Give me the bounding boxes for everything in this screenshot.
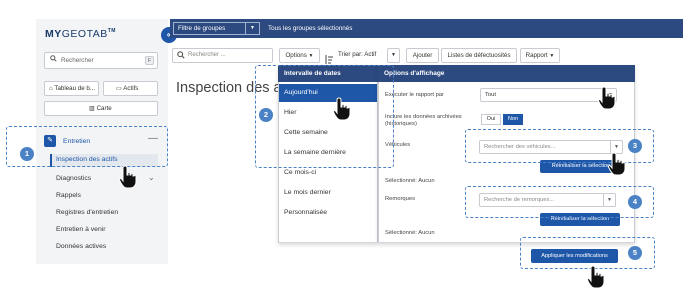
include-archived-label: Inclure les données archivées (historiqu… xyxy=(385,114,462,127)
callout-badge-2: 2 xyxy=(259,108,273,122)
run-report-by-value: Tout xyxy=(485,92,496,98)
callout-badge-1: 1 xyxy=(20,147,34,161)
trailers-label: Remorques xyxy=(385,196,415,202)
archived-toggle-non[interactable]: Non xyxy=(503,114,523,125)
callout-box-2 xyxy=(255,65,394,168)
chevron-down-icon[interactable]: ⌄ xyxy=(148,173,155,182)
sort-icon xyxy=(324,51,334,64)
search-shortcut-key: F xyxy=(145,56,154,65)
caret-down-icon: ▼ xyxy=(391,52,396,58)
add-button[interactable]: Ajouter xyxy=(406,48,439,63)
display-options-header: Options d'affichage xyxy=(378,65,635,82)
callout-badge-5: 5 xyxy=(628,246,642,260)
options-label: Options xyxy=(285,52,307,59)
sidebar-item-diagnostics[interactable]: Diagnostics xyxy=(56,175,91,182)
hand-cursor-icon xyxy=(587,265,605,289)
archived-toggle-oui[interactable]: Oui xyxy=(481,114,501,125)
sidebar-item-entretien-a-venir[interactable]: Entretien à venir xyxy=(56,226,106,233)
report-button[interactable]: Rapport ▼ xyxy=(520,48,560,63)
map-button-label: Carte xyxy=(96,105,112,112)
hand-cursor-icon xyxy=(119,165,137,189)
map-icon: ▥ xyxy=(89,105,95,112)
callout-badge-4: 4 xyxy=(628,195,642,209)
map-button[interactable]: ▥ Carte xyxy=(44,101,158,116)
sidebar-search-input[interactable]: Rechercher F xyxy=(44,52,158,69)
group-status-text: Tous les groupes sélectionnés xyxy=(268,25,353,32)
assets-button[interactable]: ▭ Actifs xyxy=(103,81,158,96)
assets-button-label: Actifs xyxy=(123,85,139,92)
geotab-logo[interactable]: MYGEOTABTM xyxy=(45,28,116,40)
sort-dropdown-button[interactable]: ▼ xyxy=(387,48,400,63)
callout-box-1 xyxy=(6,126,168,167)
hand-cursor-icon xyxy=(598,86,616,110)
caret-down-icon: ▼ xyxy=(308,53,314,59)
sidebar-item-rappels[interactable]: Rappels xyxy=(56,192,81,199)
run-report-by-select[interactable]: Tout ▼ xyxy=(480,88,617,102)
hand-cursor-icon xyxy=(608,152,626,176)
caret-down-icon: ▼ xyxy=(549,53,555,59)
home-icon: ⌂ xyxy=(49,85,53,92)
sidebar-search-placeholder: Rechercher xyxy=(61,57,94,64)
group-filter-label: Filtre de groupes xyxy=(178,25,226,32)
toolbar-search-input[interactable]: Rechercher ... xyxy=(172,48,273,63)
date-option-last-month[interactable]: Le mois dernier xyxy=(279,184,377,202)
report-label: Rapport xyxy=(525,52,548,59)
callout-box-4 xyxy=(465,186,654,218)
hand-cursor-icon xyxy=(333,97,351,121)
date-option-custom[interactable]: Personnalisée xyxy=(279,204,377,222)
dashboard-button-label: Tableau de b... xyxy=(54,85,95,92)
trailers-selected-text: Sélectionné: Aucun xyxy=(385,230,435,236)
defect-lists-button[interactable]: Listes de défectuosités xyxy=(441,48,517,63)
options-button[interactable]: Options ▼ xyxy=(279,48,320,63)
truck-icon: ▭ xyxy=(116,85,122,92)
sort-by-label[interactable]: Trier par: Actif xyxy=(338,51,376,58)
search-icon xyxy=(50,53,57,68)
group-filter-dropdown[interactable]: Filtre de groupes ▼ xyxy=(173,22,260,35)
sidebar-item-donnees-actives[interactable]: Données actives xyxy=(56,243,106,250)
sidebar-item-registres[interactable]: Registres d'entretien xyxy=(56,209,118,216)
callout-badge-3: 3 xyxy=(628,139,642,153)
vehicles-selected-text: Sélectionné: Aucun xyxy=(385,178,435,184)
dashboard-button[interactable]: ⌂ Tableau de b... xyxy=(44,81,99,96)
toolbar-search-placeholder: Rechercher ... xyxy=(188,52,226,58)
search-icon xyxy=(177,49,185,63)
caret-down-icon: ▼ xyxy=(245,23,259,34)
